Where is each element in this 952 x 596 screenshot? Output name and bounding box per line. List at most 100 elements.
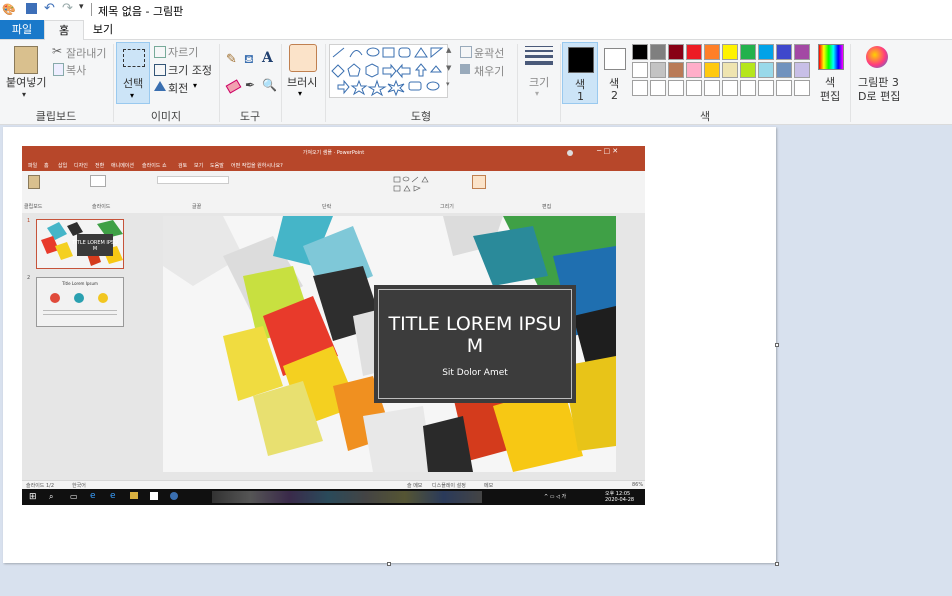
crop-button[interactable]: 자르기 [168,44,198,60]
palette-swatch[interactable] [650,44,666,60]
palette-swatch[interactable] [650,80,666,96]
ppt-status-comments: 메모 [484,483,494,489]
shapes-gallery[interactable] [329,44,448,98]
palette-swatch[interactable] [740,44,756,60]
ppt-thumb1-title-b: M [93,246,97,252]
tab-home[interactable]: 홈 [44,20,84,40]
tray-icons: ^ ▭ ◁ 가 [544,494,567,500]
select-button[interactable]: 선택 ▾ [116,42,150,104]
palette-swatch[interactable] [722,44,738,60]
ppt-tab: 슬라이드 쇼 [142,163,167,169]
ppt-tab: 전환 [95,163,105,169]
palette-swatch[interactable] [632,80,648,96]
group-separator [850,44,851,122]
palette-swatch[interactable] [704,44,720,60]
edit-colors-label-b[interactable]: 편집 [820,88,840,104]
palette-swatch[interactable] [668,44,684,60]
palette-swatch[interactable] [686,80,702,96]
copy-button[interactable]: 복사 [66,62,86,78]
paste-icon[interactable] [14,46,38,74]
palette-swatch[interactable] [776,62,792,78]
ppt-thumbnail-pane: 1 TITLE LOREM IPSU M 2 Title Lorem Ipsum [22,213,130,480]
windows-start-icon: ⊞ [29,492,37,502]
palette-swatch[interactable] [794,44,810,60]
palette-swatch[interactable] [668,80,684,96]
shapes-expand-icon[interactable]: ▾ [446,80,450,88]
ppt-ribbon-group-label: 그리기 [440,204,454,210]
ppt-slide-title-line-1: TITLE LOREM IPSU [388,313,562,335]
group-separator [517,44,518,122]
ppt-arrange-icon [472,175,486,189]
palette-swatch[interactable] [632,44,648,60]
palette-swatch[interactable] [686,44,702,60]
rotate-button[interactable]: 회전 [168,80,188,96]
cut-button[interactable]: 잘라내기 [66,45,106,61]
ppt-main-slide: TITLE LOREM IPSU M Sit Dolor Amet [163,216,616,472]
shapes-scroll-down-icon[interactable]: ▼ [446,64,451,72]
redo-icon[interactable]: ↷ [62,1,73,16]
palette-swatch[interactable] [704,80,720,96]
resize-handle-corner[interactable] [775,562,779,566]
eraser-icon[interactable] [225,79,242,94]
resize-handle-right[interactable] [775,343,779,347]
brush-icon[interactable] [289,44,317,72]
paint3d-icon[interactable] [866,46,888,68]
paste-button[interactable]: 붙여넣기 [6,74,46,90]
copy-icon [53,63,64,76]
tab-view[interactable]: 보기 [86,20,120,39]
magnifier-icon[interactable]: 🔍 [262,78,277,92]
paint3d-label-b[interactable]: D로 편집 [858,88,900,104]
palette-swatch[interactable] [740,80,756,96]
color2-button[interactable]: 색 2 [600,42,630,104]
brushes-dropdown-icon[interactable]: ▾ [298,89,302,98]
paint-app-icon[interactable]: 🎨 [2,3,16,16]
shapes-scroll-up-icon[interactable]: ▲ [446,46,451,54]
palette-swatch[interactable] [740,62,756,78]
color-picker-icon[interactable]: ✒ [245,78,255,92]
palette-swatch[interactable] [758,80,774,96]
color1-button[interactable]: 색 1 [562,42,598,104]
size-icon[interactable] [525,46,553,65]
edit-colors-icon[interactable] [818,44,844,70]
ppt-status-zoom: 86% [632,482,644,488]
taskbar-running-apps [212,491,482,503]
palette-swatch[interactable] [758,44,774,60]
tab-file[interactable]: 파일 [0,20,44,39]
outline-button[interactable]: 윤곽선 [474,45,504,61]
brushes-button[interactable]: 브러시 [287,74,317,90]
palette-swatch[interactable] [722,80,738,96]
fill-bucket-icon[interactable]: ⛾ [244,52,254,68]
pencil-icon[interactable]: ✎ [226,52,237,67]
palette-swatch[interactable] [668,62,684,78]
palette-swatch[interactable] [776,44,792,60]
palette-swatch[interactable] [686,62,702,78]
palette-swatch[interactable] [794,62,810,78]
undo-icon[interactable]: ↶ [44,1,55,16]
fill-button[interactable]: 채우기 [474,63,504,79]
task-view-icon: ▭ [70,492,78,501]
palette-swatch[interactable] [704,62,720,78]
palette-swatch[interactable] [758,62,774,78]
paste-dropdown-icon[interactable]: ▾ [22,90,26,99]
text-tool-icon[interactable]: A [262,50,273,66]
palette-swatch[interactable] [650,62,666,78]
quick-access-dropdown-icon[interactable]: ▾ [79,2,84,12]
size-button[interactable]: 크기 [529,74,549,90]
size-dropdown-icon[interactable]: ▾ [535,89,539,98]
palette-swatch[interactable] [794,80,810,96]
ppt-tab-row: 파일 홈 삽입 디자인 전환 애니메이션 슬라이드 쇼 검토 보기 도움말 어떤 작업을 원하시나요… [22,160,645,171]
ppt-tab: 홈 [44,163,49,169]
colors-group-label: 색 [699,110,711,123]
save-icon[interactable] [26,3,37,14]
palette-swatch[interactable] [632,62,648,78]
shapes-group-label: 도형 [410,110,432,123]
rotate-dropdown-icon[interactable]: ▾ [193,81,197,90]
ppt-status-slide: 슬라이드 1/2 [26,483,55,489]
title-bar: 🎨 ↶ ↷ ▾ 제목 없음 - 그림판 [0,0,952,20]
resize-button[interactable]: 크기 조정 [168,62,212,78]
palette-swatch[interactable] [722,62,738,78]
ppt-shapes-icons [393,176,429,192]
palette-swatch[interactable] [776,80,792,96]
resize-handle-bottom[interactable] [387,562,391,566]
color1-label-b: 1 [577,90,584,103]
